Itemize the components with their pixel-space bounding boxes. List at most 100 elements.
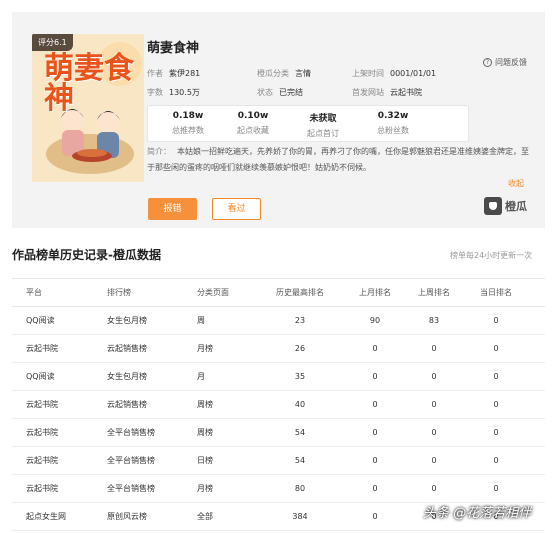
update-note: 榜单每24小时更新一次 — [450, 251, 533, 260]
cell-category-page: 周榜 — [197, 428, 213, 437]
cell-last-month: 0 — [372, 456, 378, 465]
table-row: 云起书院 全平台销售榜 月榜 80 0 0 0 — [12, 475, 545, 503]
brand-icon — [484, 197, 502, 215]
stat-favorites-label: 起点收藏 — [237, 126, 269, 135]
cell-last-week: 0 — [431, 400, 437, 409]
cell-category-page: 月 — [197, 372, 205, 381]
header-list: 排行榜 — [107, 288, 131, 297]
header-platform: 平台 — [26, 288, 42, 297]
score-badge: 评分6.1 — [32, 34, 73, 51]
cell-platform: 云起书院 — [26, 344, 58, 353]
cell-platform: 云起书院 — [26, 428, 58, 437]
book-cover-image[interactable]: 萌妻食神 评分6.1 — [32, 34, 144, 182]
stat-fans: 0.32w 总粉丝数 — [358, 111, 428, 136]
table-header: 平台 排行榜 分类页面 历史最高排名 上月排名 上周排名 当日排名 — [12, 279, 545, 307]
cell-today: 0 — [493, 456, 499, 465]
cell-category-page: 周榜 — [197, 400, 213, 409]
cell-last-month: 0 — [372, 512, 378, 521]
cell-last-month: 0 — [372, 428, 378, 437]
meta-category-key: 橙瓜分类 — [257, 69, 289, 78]
header-category-page: 分类页面 — [197, 288, 229, 297]
cell-list: 全平台销售榜 — [107, 428, 155, 437]
collapse-link[interactable]: 收起 — [508, 178, 524, 189]
meta-author: 作者 紫伊281 — [147, 68, 200, 79]
meta-author-value[interactable]: 紫伊281 — [169, 69, 200, 78]
cell-last-month: 0 — [372, 344, 378, 353]
cell-category-page: 月榜 — [197, 344, 213, 353]
stat-first-sub: 未获取 起点首订 — [288, 111, 358, 139]
cell-category-page: 周 — [197, 316, 205, 325]
meta-category-value: 言情 — [295, 69, 311, 78]
meta-site: 首发网站 云起书院 — [352, 87, 422, 98]
table-row: 云起书院 云起销售榜 月榜 26 0 0 0 — [12, 335, 545, 363]
table-row: QQ阅读 女生包月榜 月 35 0 0 0 — [12, 363, 545, 391]
mark-read-button[interactable]: 看过 — [212, 198, 261, 220]
cell-today: 0 — [493, 344, 499, 353]
meta-status-key: 状态 — [257, 88, 273, 97]
report-error-button[interactable]: 报错 — [148, 198, 197, 220]
book-intro: 简介： 本姑娘一招鲜吃遍天，先养娇了你的胃，再养刁了你的嘴，任你是郭魅狼君还是准维… — [147, 144, 532, 176]
cell-today: 0 — [493, 400, 499, 409]
header-best-rank: 历史最高排名 — [276, 288, 324, 297]
cell-last-week: 0 — [431, 456, 437, 465]
stat-favorites: 0.10w 起点收藏 — [218, 111, 288, 136]
cell-list: 全平台销售榜 — [107, 456, 155, 465]
meta-listed-value: 0001/01/01 — [390, 69, 437, 78]
watermark: 头条 @花落若相伴 — [423, 506, 532, 521]
cell-platform: 云起书院 — [26, 400, 58, 409]
cell-platform: 云起书院 — [26, 456, 58, 465]
cell-last-month: 0 — [372, 400, 378, 409]
stats-panel: 0.18w 总推荐数 0.10w 起点收藏 未获取 起点首订 0.32w 总粉丝… — [147, 105, 469, 142]
cell-list: 全平台销售榜 — [107, 484, 155, 493]
table-row: 云起书院 云起销售榜 周榜 40 0 0 0 — [12, 391, 545, 419]
cell-last-week: 0 — [431, 428, 437, 437]
stat-favorites-value: 0.10w — [237, 111, 269, 121]
meta-category: 橙瓜分类 言情 — [257, 68, 311, 79]
stat-recommend: 0.18w 总推荐数 — [153, 111, 223, 136]
cell-category-page: 全部 — [197, 512, 213, 521]
cover-title-text: 萌妻食神 — [44, 51, 134, 116]
header-today: 当日排名 — [480, 288, 512, 297]
stat-recommend-label: 总推荐数 — [172, 126, 204, 135]
meta-words-key: 字数 — [147, 88, 163, 97]
question-icon: ? — [483, 58, 492, 67]
meta-words-value: 130.5万 — [169, 88, 200, 97]
stat-recommend-value: 0.18w — [172, 111, 204, 121]
cell-best-rank: 54 — [294, 428, 306, 437]
brand-name: 橙瓜 — [505, 200, 527, 213]
book-title[interactable]: 萌妻食神 — [147, 37, 199, 56]
cell-list: 云起销售榜 — [107, 344, 147, 353]
cell-platform: QQ阅读 — [26, 372, 55, 381]
feedback-label: 问题反馈 — [495, 58, 527, 67]
meta-listed-key: 上架时间 — [352, 69, 384, 78]
meta-status: 状态 已完结 — [257, 87, 303, 98]
header-last-month: 上月排名 — [359, 288, 391, 297]
meta-author-key: 作者 — [147, 69, 163, 78]
feedback-link[interactable]: ? 问题反馈 — [483, 57, 527, 68]
book-info-card: 萌妻食神 评分6.1 萌妻食神 ? 问题反馈 作者 紫伊281 橙瓜分类 言情 上架… — [12, 12, 545, 228]
cell-best-rank: 80 — [294, 484, 306, 493]
table-row: 云起书院 全平台销售榜 日榜 54 0 0 0 — [12, 447, 545, 475]
stat-fans-label: 总粉丝数 — [377, 126, 409, 135]
cell-last-month: 90 — [369, 316, 381, 325]
stat-fans-value: 0.32w — [377, 111, 409, 121]
cell-list: 女生包月榜 — [107, 316, 147, 325]
cell-last-week: 0 — [431, 372, 437, 381]
stat-first-sub-value: 未获取 — [309, 114, 337, 124]
meta-listed: 上架时间 0001/01/01 — [352, 68, 436, 79]
intro-text: 本姑娘一招鲜吃遍天，先养娇了你的胃，再养刁了你的嘴，任你是郭魅狼君还是准维姨婆金… — [147, 147, 529, 172]
cell-last-month: 0 — [372, 372, 378, 381]
cell-platform: 起点女生网 — [26, 512, 66, 521]
cell-platform: QQ阅读 — [26, 316, 55, 325]
cell-best-rank: 26 — [294, 344, 306, 353]
cell-best-rank: 35 — [294, 372, 306, 381]
cell-list: 原创风云榜 — [107, 512, 147, 521]
cell-best-rank: 54 — [294, 456, 306, 465]
cell-last-month: 0 — [372, 484, 378, 493]
meta-site-value: 云起书院 — [390, 88, 422, 97]
header-last-week: 上周排名 — [418, 288, 450, 297]
cell-category-page: 月榜 — [197, 484, 213, 493]
cell-today: 0 — [493, 484, 499, 493]
ranking-history-table: 平台 排行榜 分类页面 历史最高排名 上月排名 上周排名 当日排名 QQ阅读 女生… — [12, 278, 545, 531]
cell-platform: 云起书院 — [26, 484, 58, 493]
